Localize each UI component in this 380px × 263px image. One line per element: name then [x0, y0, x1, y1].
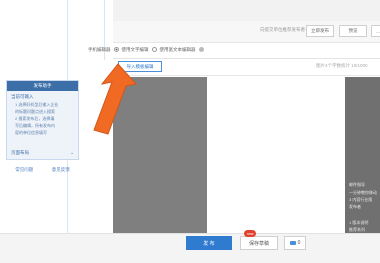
editor-page: 向提交单位推荐发布者一键。 立即发布 预览 ... 手机编辑器 使用文字编辑 使…	[0, 0, 380, 263]
comment-icon	[289, 241, 296, 245]
comment-button[interactable]: 0	[284, 236, 306, 250]
more-button[interactable]: ...	[371, 25, 380, 37]
page-layout-label[interactable]: 页面布局	[11, 150, 29, 156]
editor-canvas-body[interactable]	[278, 77, 345, 233]
help-panel-title: 当前可输入	[11, 94, 34, 99]
chevron-down-icon[interactable]: ⌄	[70, 150, 74, 156]
word-count: 图片4个字数统计 10/1000	[316, 63, 368, 68]
preview-button[interactable]: 预览	[339, 25, 367, 37]
side-info-line: 3 内容行业版	[349, 197, 373, 202]
top-strip	[113, 0, 380, 21]
comment-count: 0	[297, 240, 301, 246]
help-panel: 发布助手 当前可输入 1 选择好机型后输入企业 的标题问题点进入搜索 2 搜索发…	[6, 80, 79, 160]
faq-link[interactable]: 常见问题	[15, 167, 33, 173]
side-info-line: 一分钟教你移动	[349, 190, 377, 195]
help-line: 写后编辑，所有发布内	[15, 123, 55, 128]
help-line: 容的单位信息填写	[15, 130, 47, 135]
feedback-link[interactable]: 意见反馈	[52, 167, 70, 173]
help-line: 的标题问题点进入搜索	[15, 109, 55, 114]
side-info-line: 发布者	[349, 204, 361, 209]
publish-button[interactable]: 发 布	[186, 236, 232, 250]
pointer-arrow-icon	[93, 63, 137, 135]
help-line: 1 选择好机型后输入企业	[15, 102, 59, 107]
text-editor-label[interactable]: 使用文字编辑	[122, 47, 149, 53]
help-icon[interactable]	[198, 47, 204, 52]
save-draft-button[interactable]: 保存草稿	[240, 236, 278, 250]
radio-rich-editor[interactable]	[151, 47, 157, 52]
editor-mode-selector: 手机编辑器 使用文字编辑 使用富文本编辑器	[88, 45, 204, 54]
side-info-line: 1 版本说明	[349, 220, 369, 225]
help-line: 2 搜索发布后，选择填	[15, 116, 55, 121]
help-panel-header: 发布助手	[7, 81, 78, 91]
side-info-line: 邮件指导	[349, 182, 365, 187]
help-panel-footer[interactable]: 页面布局 ⌄	[7, 150, 78, 156]
editor-mode-label: 手机编辑器	[88, 46, 111, 52]
radio-text-editor[interactable]	[113, 47, 119, 52]
publish-now-button[interactable]: 立即发布	[306, 25, 334, 37]
new-badge: new	[244, 230, 257, 237]
rich-editor-label[interactable]: 使用富文本编辑器	[160, 47, 196, 53]
help-links: 常见问题 意见反馈	[6, 167, 79, 173]
